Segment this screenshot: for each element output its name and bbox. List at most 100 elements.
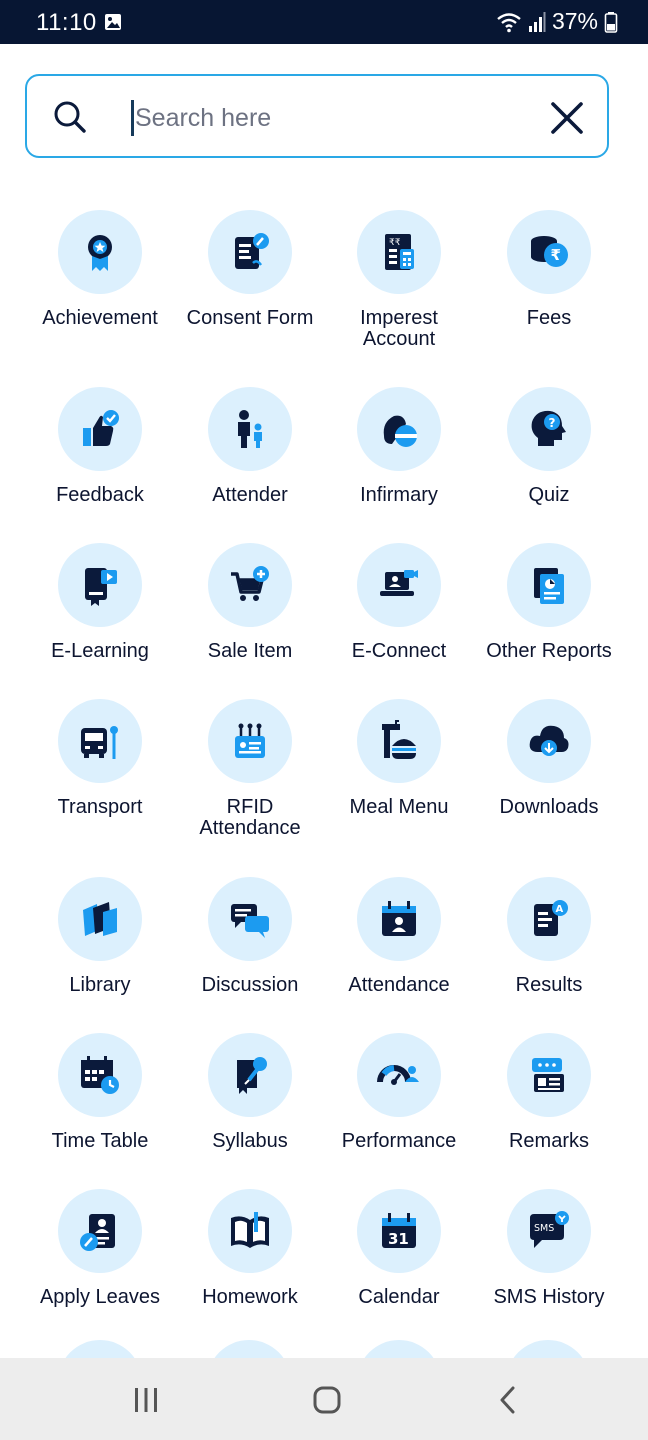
module-tile[interactable]: Time Table [25,1033,175,1183]
module-label: Homework [202,1286,298,1308]
module-label: Meal Menu [349,796,449,818]
module-tile[interactable]: Discussion [175,877,325,1027]
close-icon[interactable] [549,100,585,136]
module-icon-circle[interactable] [208,877,292,961]
module-icon-circle[interactable] [208,1033,292,1117]
module-tile[interactable]: E-Learning [25,543,175,693]
module-tile[interactable]: Other Reports [474,543,624,693]
module-tile[interactable]: 31 Calendar [324,1189,474,1339]
signal-icon [528,11,546,32]
syllabus-icon [237,1057,267,1094]
module-tile[interactable]: ₹ Fees [474,210,624,360]
home-button[interactable] [297,1380,357,1420]
text-cursor [131,100,134,136]
module-label: Imperest Account [360,307,438,350]
module-icon-circle[interactable] [208,210,292,294]
calendar-person-icon [382,901,416,936]
module-icon-circle[interactable]: ? [507,387,591,471]
module-label: Achievement [42,307,158,329]
module-tile[interactable]: SMS SMS History [474,1189,624,1339]
module-tile[interactable]: Downloads [474,699,624,849]
leave-form-icon [80,1214,115,1251]
calendar-clock-icon [81,1056,119,1094]
module-tile[interactable]: ₹₹ Imperest Account [324,210,474,360]
module-icon-circle[interactable] [357,387,441,471]
module-icon-circle[interactable] [58,543,142,627]
module-tile[interactable]: E-Connect [324,543,474,693]
module-tile[interactable]: A Results [474,877,624,1027]
gauge-people-icon [377,1065,419,1085]
results-icon: A [534,900,568,936]
module-icon-circle[interactable] [357,1033,441,1117]
back-icon [500,1386,515,1414]
module-label: E-Learning [51,640,149,662]
svg-text:31: 31 [388,1230,409,1248]
consent-form-icon [235,233,269,269]
module-icon-circle[interactable] [58,1189,142,1273]
module-tile[interactable]: Remarks [474,1033,624,1183]
module-label: Apply Leaves [39,1286,161,1308]
module-icon-circle[interactable] [507,699,591,783]
module-tile[interactable]: Attender [175,387,325,537]
module-icon-circle[interactable] [357,543,441,627]
module-tile[interactable]: Feedback [25,387,175,537]
module-label: Results [515,974,583,996]
svg-text:₹₹: ₹₹ [389,238,401,248]
status-bar: 11:10 37% [0,0,648,44]
module-icon-circle[interactable] [507,543,591,627]
module-label: Performance [341,1130,457,1152]
module-icon-circle[interactable]: SMS [507,1189,591,1273]
calendar-31-icon: 31 [382,1213,416,1248]
books-icon [83,902,117,936]
module-tile[interactable]: Consent Form [175,210,325,360]
module-label: Transport [57,796,143,818]
module-tile[interactable]: Apply Leaves [25,1189,175,1339]
module-icon-circle[interactable] [357,877,441,961]
module-icon-circle[interactable] [58,210,142,294]
module-tile[interactable]: Attendance [324,877,474,1027]
module-icon-circle[interactable] [208,699,292,783]
module-tile[interactable]: Transport [25,699,175,849]
module-icon-circle[interactable] [58,877,142,961]
module-tile[interactable]: Meal Menu [324,699,474,849]
module-icon-circle[interactable] [58,387,142,471]
module-tile[interactable]: Performance [324,1033,474,1183]
search-icon[interactable] [53,100,87,134]
module-tile[interactable]: Achievement [25,210,175,360]
svg-text:?: ? [549,416,556,430]
module-icon-circle[interactable]: ₹₹ [357,210,441,294]
module-icon-circle[interactable] [58,699,142,783]
sms-icon: SMS [530,1211,569,1248]
module-icon-circle[interactable] [58,1033,142,1117]
elearning-icon [85,568,117,606]
module-label: Library [69,974,131,996]
module-icon-circle[interactable] [208,1189,292,1273]
home-icon [313,1386,341,1414]
module-icon-circle[interactable] [208,543,292,627]
back-button[interactable] [478,1380,538,1420]
chat-bubbles-icon [231,904,269,938]
module-icon-circle[interactable]: A [507,877,591,961]
module-tile[interactable]: Infirmary [324,387,474,537]
module-label: SMS History [493,1286,605,1308]
module-icon-circle[interactable]: 31 [357,1189,441,1273]
module-label: Attender [212,484,288,506]
module-tile[interactable]: RFID Attendance [175,699,325,849]
module-tile[interactable]: Homework [175,1189,325,1339]
module-tile[interactable]: ? Quiz [474,387,624,537]
module-tile[interactable]: Sale Item [175,543,325,693]
module-tile[interactable]: Library [25,877,175,1027]
module-label: Infirmary [360,484,438,506]
module-tile[interactable]: Syllabus [175,1033,325,1183]
image-icon [105,14,121,30]
module-icon-circle[interactable] [357,699,441,783]
search-input[interactable] [135,96,535,140]
module-icon-circle[interactable]: ₹ [507,210,591,294]
imperest-account-icon: ₹₹ [385,234,414,270]
module-icon-circle[interactable] [208,387,292,471]
module-icon-circle[interactable] [507,1033,591,1117]
meal-icon [382,720,416,759]
search-bar[interactable] [25,74,609,158]
cloud-download-icon [529,725,569,756]
recent-apps-button[interactable] [116,1380,176,1420]
